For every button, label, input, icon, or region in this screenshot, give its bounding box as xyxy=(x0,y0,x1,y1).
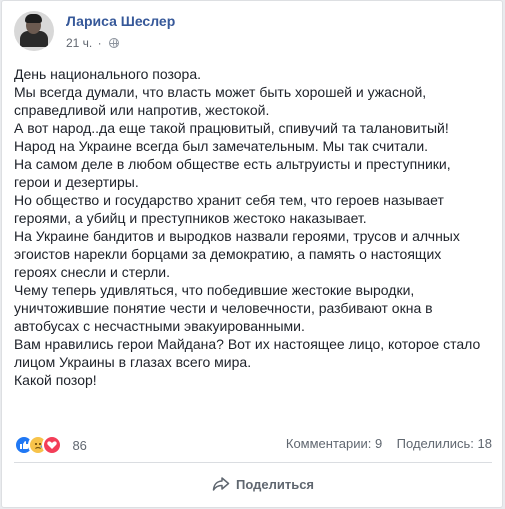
post-text-line: На самом деле в любом обществе есть альт… xyxy=(14,156,451,172)
post-text-line: героями, а убийц и преступников жестоко … xyxy=(14,210,367,226)
post-timestamp[interactable]: 21 ч. xyxy=(66,36,92,50)
post-text-line: День национального позора. xyxy=(14,66,202,82)
post-text-line: справедливой или напротив, жестокой. xyxy=(14,102,270,118)
post-text-line: Чему теперь удивляться, что победившие ж… xyxy=(14,282,415,298)
post-text-line: автобусах с несчастными эвакуированными. xyxy=(14,318,305,334)
divider xyxy=(14,462,492,463)
post-text-line: Но общество и государство хранит себя те… xyxy=(14,192,444,208)
reaction-count: 86 xyxy=(72,437,87,453)
engagement-counts: Комментарии: 9 Поделились: 18 xyxy=(286,436,492,451)
post-text-line: уничтожившие понятие чести и человечност… xyxy=(14,300,433,316)
post-stats: 86 Комментарии: 9 Поделились: 18 xyxy=(14,433,492,455)
post-text-line: лицом Украины в глазах всего мира. xyxy=(14,354,252,370)
post-text-line: героях снесли и стерли. xyxy=(14,264,170,280)
post-text: День национального позора. Мы всегда дума… xyxy=(14,65,494,389)
post-text-line: эгоистов нарекли борцами за демократию, … xyxy=(14,246,442,262)
share-label: Поделиться xyxy=(236,477,315,492)
post-meta: 21 ч. · xyxy=(66,35,119,50)
share-button[interactable]: Поделиться xyxy=(212,469,314,501)
post-text-line: Народ на Украине всегда был замечательны… xyxy=(14,138,429,154)
globe-icon[interactable] xyxy=(108,37,119,48)
shares-count-link[interactable]: Поделились: 18 xyxy=(397,436,492,451)
author-name[interactable]: Лариса Шеслер xyxy=(66,13,175,29)
post-text-line: Мы всегда думали, что власть может быть … xyxy=(14,84,427,100)
post-text-line: Вам нравились герои Майдана? Вот их наст… xyxy=(14,336,481,352)
post-text-line: герои и дезертиры. xyxy=(14,174,139,190)
share-icon xyxy=(212,477,230,491)
post-text-line: А вот народ..да еще такой працювитый, сп… xyxy=(14,120,449,136)
post-card: Лариса Шеслер 21 ч. · День национального… xyxy=(1,0,503,508)
love-icon xyxy=(42,435,62,455)
reactions-summary[interactable]: 86 xyxy=(14,435,87,455)
comments-count-link[interactable]: Комментарии: 9 xyxy=(286,436,382,451)
post-text-line: На Украине бандитов и выродков назвали г… xyxy=(14,228,460,244)
avatar[interactable] xyxy=(14,11,54,51)
post-text-line: Какой позор! xyxy=(14,372,97,388)
